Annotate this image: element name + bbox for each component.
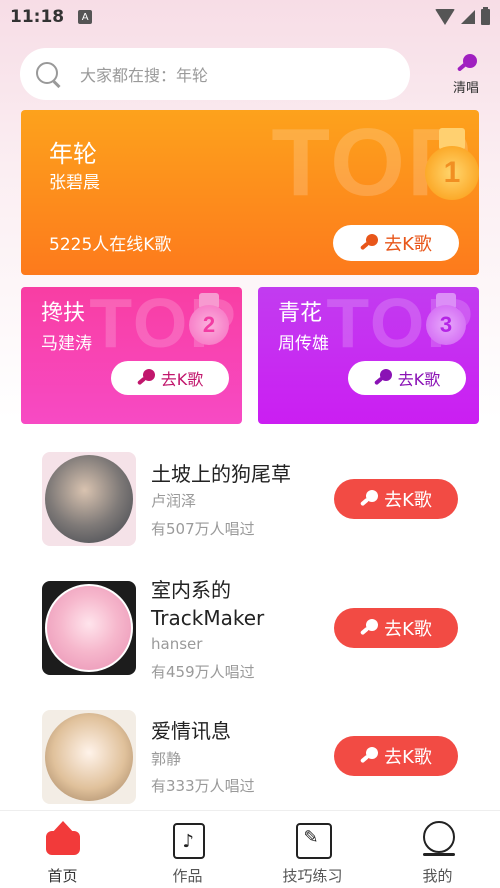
microphone-icon [373, 369, 392, 387]
top1-sing-button[interactable]: 去K歌 [333, 225, 459, 261]
bottom-nav: 首页 作品 技巧练习 我的 [0, 810, 500, 888]
skill-icon [294, 821, 332, 859]
sing-count: 有333万人唱过 [151, 777, 255, 795]
nav-item-home[interactable]: 首页 [0, 811, 125, 888]
list-item[interactable]: 爱情讯息 郭静 有333万人唱过 去K歌 [0, 706, 500, 806]
nav-label: 我的 [422, 867, 453, 885]
status-icons [435, 7, 490, 25]
nav-item-works[interactable]: 作品 [125, 811, 250, 888]
nav-item-profile[interactable]: 我的 [375, 811, 500, 888]
nav-label: 作品 [172, 867, 203, 885]
album-cover [42, 581, 136, 675]
top1-card[interactable]: TOP 年轮 张碧晨 5225人在线K歌 1 去K歌 [21, 110, 479, 275]
profile-icon [419, 821, 457, 857]
search-input[interactable]: 大家都在搜：年轮 [20, 48, 410, 100]
sing-button-label: 去K歌 [397, 370, 441, 389]
microphone-icon [360, 490, 379, 508]
top2-song-title: 搀扶 [41, 301, 86, 326]
clear-sing-label: 清唱 [452, 81, 479, 96]
song-artist: 卢润泽 [151, 492, 197, 510]
status-time: 11:18 [10, 7, 65, 27]
home-icon [44, 821, 82, 857]
top3-sing-button[interactable]: 去K歌 [348, 361, 466, 395]
sing-button-label: 去K歌 [384, 490, 432, 511]
microphone-icon [360, 234, 379, 252]
top1-artist: 张碧晨 [49, 173, 100, 193]
works-icon [169, 821, 207, 859]
song-artist: hanser [151, 635, 203, 653]
nav-item-skills[interactable]: 技巧练习 [250, 811, 375, 888]
notification-icon: A [78, 10, 93, 24]
sing-button[interactable]: 去K歌 [334, 736, 458, 776]
top3-artist: 周传雄 [278, 334, 329, 354]
search-placeholder: 大家都在搜：年轮 [80, 66, 209, 85]
sing-button-label: 去K歌 [384, 234, 432, 255]
sing-button[interactable]: 去K歌 [334, 608, 458, 648]
top3-song-title: 青花 [278, 301, 323, 326]
top3-card[interactable]: TOP 青花 周传雄 3 去K歌 [258, 287, 479, 424]
top1-online-count: 5225人在线K歌 [49, 235, 172, 255]
song-title: 土坡上的狗尾草 [151, 462, 291, 486]
wifi-icon [435, 9, 455, 25]
rank-2-medal-icon: 2 [189, 293, 229, 345]
signal-icon [461, 10, 475, 24]
sing-button-label: 去K歌 [384, 619, 432, 640]
microphone-icon [455, 54, 477, 75]
status-bar: 11:18 A [0, 0, 500, 34]
top2-artist: 马建涛 [41, 334, 92, 354]
song-title-line1: 室内系的 [151, 578, 231, 602]
top2-card[interactable]: TOP 搀扶 马建涛 2 去K歌 [21, 287, 242, 424]
album-cover [42, 710, 136, 804]
song-title: 爱情讯息 [151, 719, 231, 743]
microphone-icon [360, 619, 379, 637]
album-cover [42, 452, 136, 546]
sing-count: 有459万人唱过 [151, 663, 255, 681]
rank-3-medal-icon: 3 [426, 293, 466, 345]
clear-sing-button[interactable]: 清唱 [446, 54, 486, 96]
sing-count: 有507万人唱过 [151, 520, 255, 538]
top1-song-title: 年轮 [49, 140, 97, 168]
list-item[interactable]: 室内系的 TrackMaker hanser 有459万人唱过 去K歌 [0, 576, 500, 686]
sing-button[interactable]: 去K歌 [334, 479, 458, 519]
nav-label: 首页 [47, 867, 78, 885]
song-title-line2: TrackMaker [151, 606, 265, 630]
sing-button-label: 去K歌 [160, 370, 204, 389]
sing-button-label: 去K歌 [384, 747, 432, 768]
search-icon [34, 60, 62, 88]
top2-sing-button[interactable]: 去K歌 [111, 361, 229, 395]
battery-icon [481, 7, 490, 25]
nav-label: 技巧练习 [282, 867, 343, 885]
microphone-icon [360, 747, 379, 765]
microphone-icon [136, 369, 155, 387]
song-artist: 郭静 [151, 750, 182, 768]
rank-1-medal-icon: 1 [425, 128, 479, 202]
list-item[interactable]: 土坡上的狗尾草 卢润泽 有507万人唱过 去K歌 [0, 450, 500, 550]
